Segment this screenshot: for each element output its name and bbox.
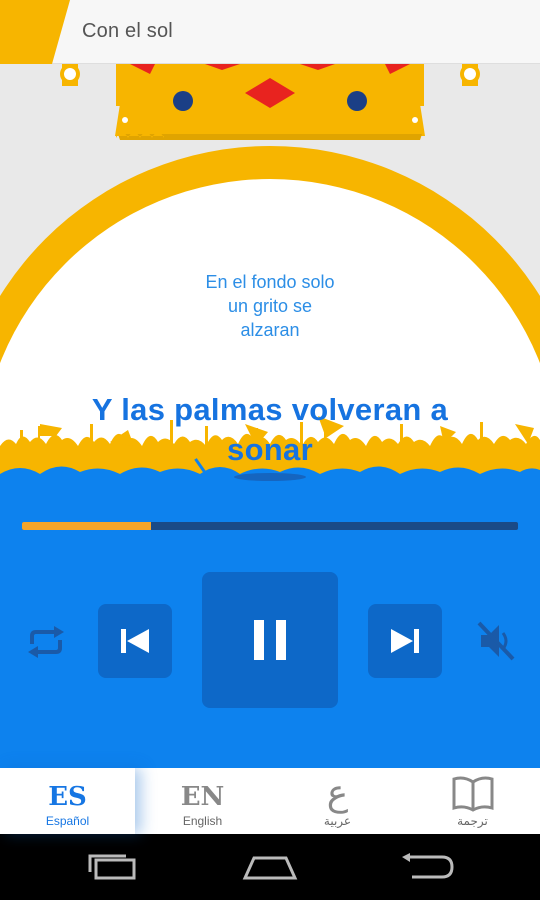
tab-label: عربية <box>323 814 352 828</box>
recent-apps-icon <box>88 854 136 880</box>
recent-apps-button[interactable] <box>82 852 142 882</box>
system-nav-bar <box>0 834 540 900</box>
top-bar: Con el sol <box>0 0 540 64</box>
tab-code: EN <box>180 782 225 812</box>
lyric-line: Y las palmas volveran a <box>91 392 449 427</box>
volume-off-icon <box>477 621 515 661</box>
progress-fill <box>22 522 151 530</box>
home-button[interactable] <box>240 852 300 882</box>
app-root: Con el sol En el fondo solo un grito se … <box>0 0 540 900</box>
back-button[interactable] <box>398 852 458 882</box>
crown-icon <box>60 64 480 140</box>
current-lyric: Y las palmas volveran a sonar <box>40 390 500 470</box>
song-title: Con el sol <box>82 20 173 42</box>
repeat-button[interactable] <box>22 618 70 666</box>
tab-spanish[interactable]: ES Español <box>0 768 135 834</box>
tab-label: English <box>182 814 223 828</box>
previous-lyric: En el fondo solo un grito se alzaran <box>0 270 540 342</box>
club-stripe-icon <box>0 0 70 64</box>
tab-arabic[interactable]: ع عربية <box>270 768 405 834</box>
skip-next-icon <box>391 629 419 653</box>
next-button[interactable] <box>368 604 442 678</box>
lyric-line: alzaran <box>240 320 300 340</box>
pause-icon <box>254 620 286 660</box>
progress-bar[interactable] <box>22 522 518 530</box>
lyrics-stage: En el fondo solo un grito se alzaran Y l… <box>0 64 540 524</box>
tab-translation[interactable]: ترجمة <box>405 768 540 834</box>
book-icon <box>452 776 493 812</box>
tab-label: ترجمة <box>457 814 488 828</box>
play-pause-button[interactable] <box>202 572 338 708</box>
language-tabs: ES Español EN English ع عربية ترجمة <box>0 768 540 834</box>
home-icon <box>242 856 298 880</box>
previous-button[interactable] <box>98 604 172 678</box>
tab-english[interactable]: EN English <box>135 768 270 834</box>
mute-button[interactable] <box>470 616 520 666</box>
back-icon <box>402 853 454 879</box>
lyric-line: En el fondo solo <box>205 272 335 292</box>
tab-code: ES <box>48 782 87 812</box>
arabic-letter-icon: ع <box>326 773 349 814</box>
lyric-line: sonar <box>227 432 313 467</box>
player-panel <box>0 500 540 768</box>
repeat-icon <box>28 626 64 658</box>
lyric-line: un grito se <box>227 296 313 316</box>
skip-previous-icon <box>121 629 149 653</box>
tab-label: Español <box>45 814 90 828</box>
